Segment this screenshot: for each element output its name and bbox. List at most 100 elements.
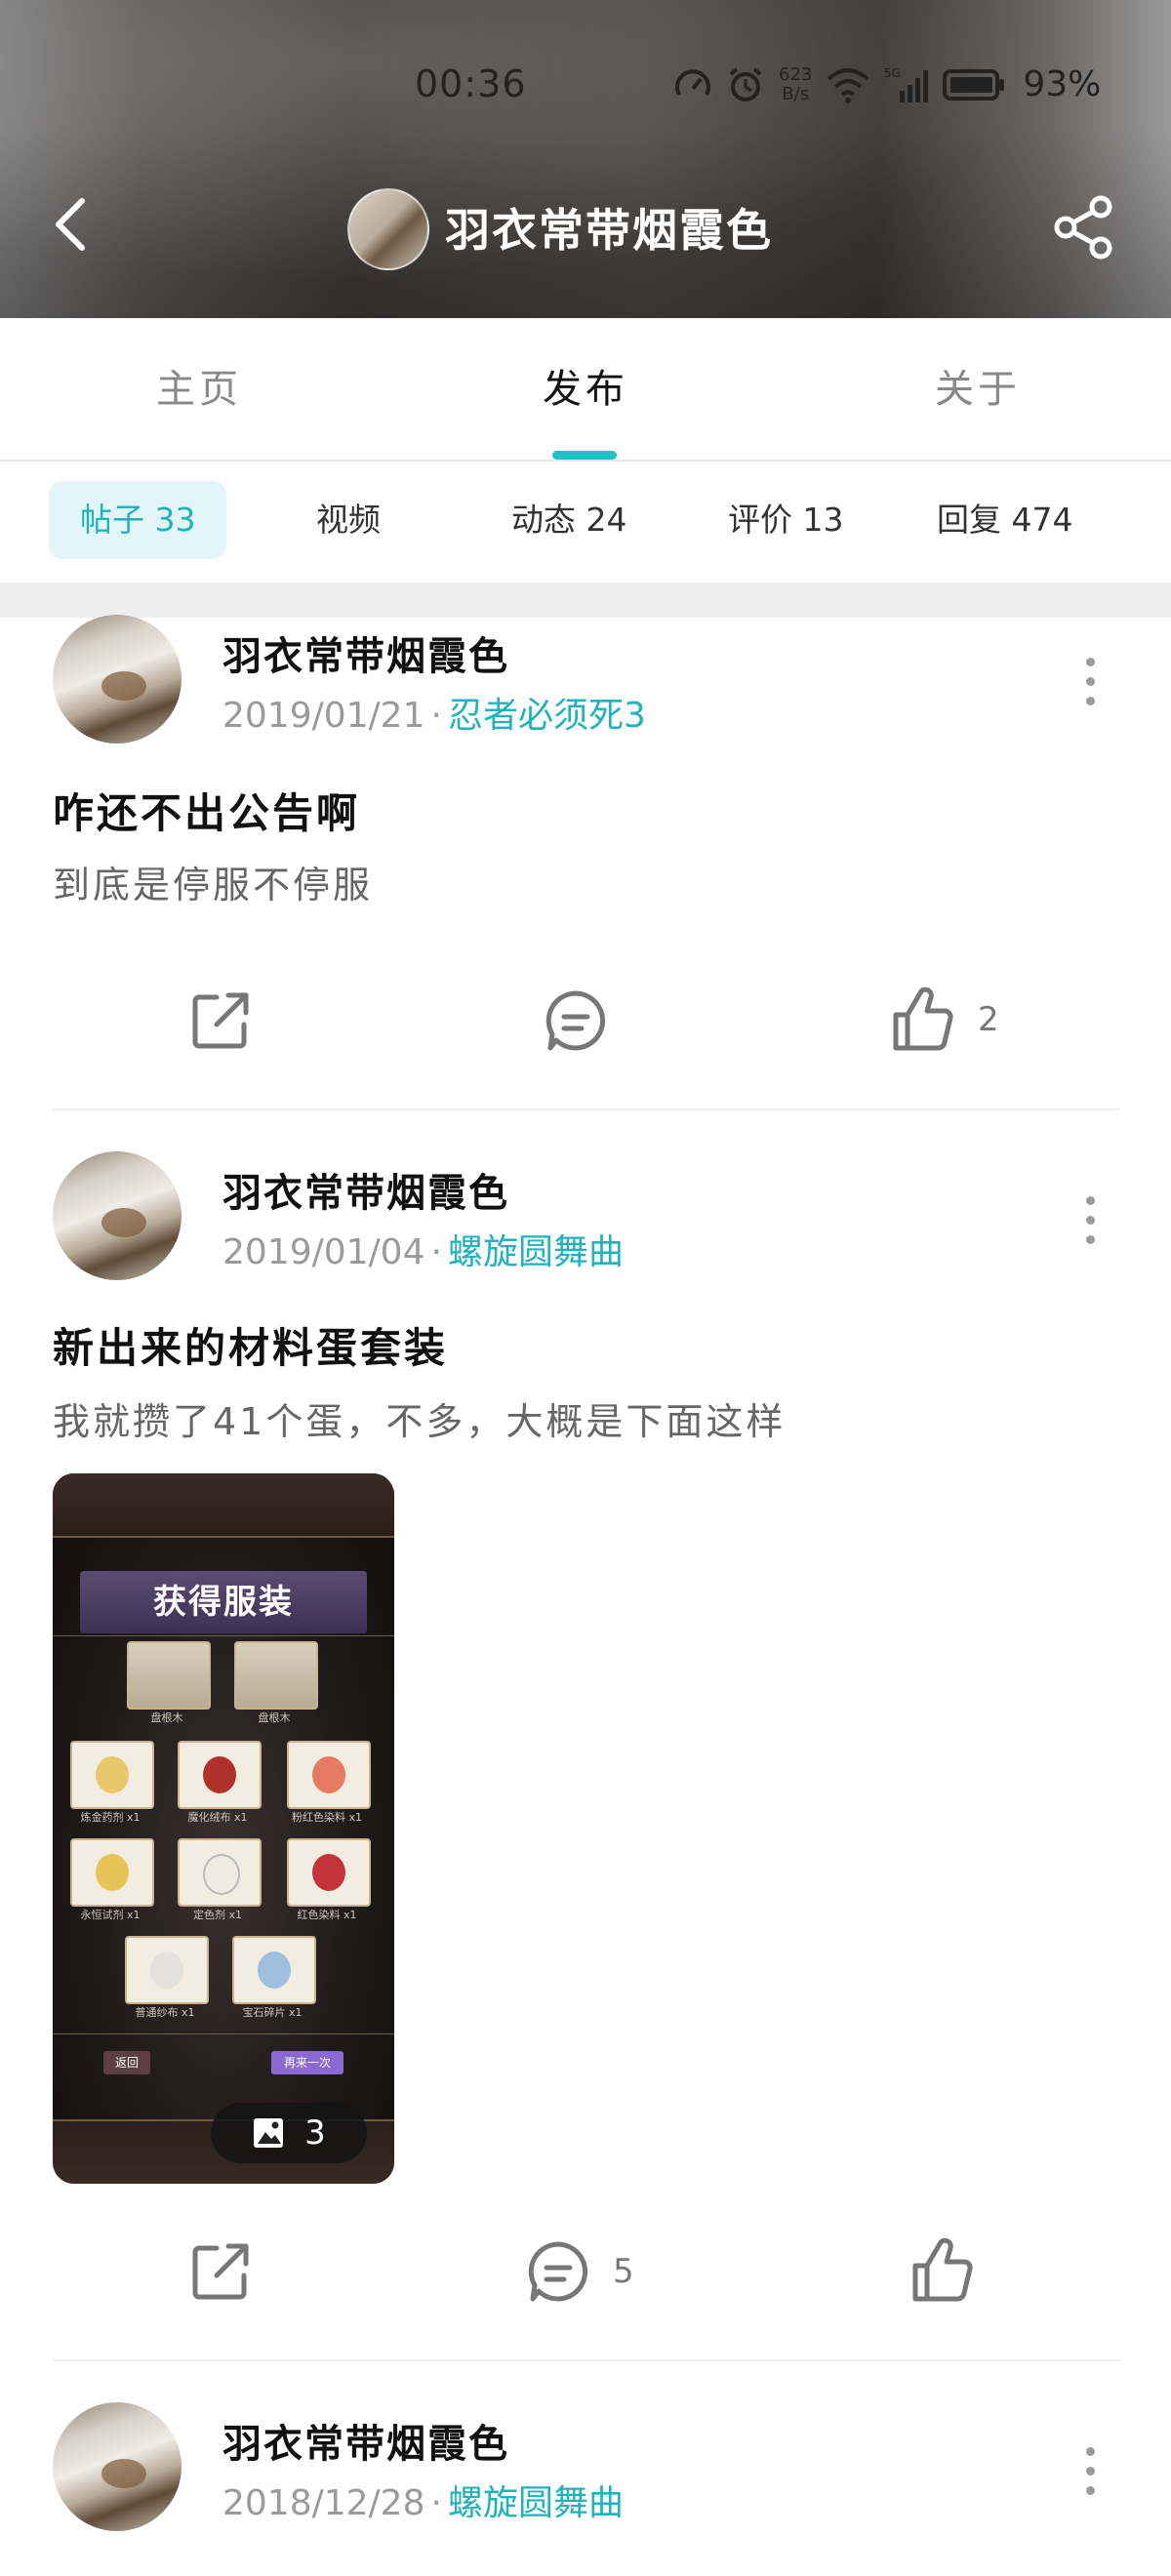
item-card [287, 1741, 371, 1809]
post-image[interactable]: 获得服装 盘根木 盘根木 炼金药剂 x1 魔化绒布 x1 粉红色染料 x1 永恒… [53, 1473, 394, 2184]
speedometer-icon [675, 68, 710, 96]
comment-count: 5 [613, 2252, 634, 2291]
alarm-icon [729, 66, 762, 101]
subtab-moments[interactable]: 动态 24 [511, 481, 626, 559]
post-topic[interactable]: 忍者必须死3 [448, 696, 646, 736]
item-card [70, 1838, 154, 1907]
comment-icon [528, 2241, 588, 2302]
profile-header: 00:36 623 B/s 5G 93% 羽衣常带烟霞色 [0, 0, 1171, 318]
item-label: 红色染料 x1 [297, 1909, 357, 1921]
post-title[interactable]: 新出来的材料蛋套装 [53, 1315, 448, 1375]
item-label: 定色剂 x1 [192, 1909, 242, 1921]
image-divider [53, 2033, 394, 2034]
author-avatar[interactable] [53, 1151, 182, 1280]
subtab-videos[interactable]: 视频 [316, 481, 381, 559]
item-label: 盘根木 [150, 1711, 183, 1724]
status-time: 00:36 [415, 62, 527, 105]
item-label: 粉红色染料 x1 [291, 1811, 362, 1824]
wifi-icon [828, 67, 869, 103]
main-tabs: 主页 发布 关于 [0, 318, 1171, 462]
item-card [232, 1936, 316, 2004]
image-again-button: 再来一次 [271, 2051, 343, 2074]
item-label: 普通纱布 x1 [135, 2006, 195, 2019]
post-title[interactable]: 咋还不出公告啊 [53, 781, 360, 840]
item-card [178, 1741, 262, 1809]
meta-separator: · [430, 1232, 442, 1272]
thumbs-up-icon [893, 986, 953, 1051]
post-topic[interactable]: 螺旋圆舞曲 [448, 2483, 624, 2523]
image-back-button: 返回 [103, 2051, 150, 2074]
author-avatar[interactable] [53, 615, 182, 744]
image-icon [254, 2118, 284, 2148]
item-card [178, 1838, 262, 1907]
thumbs-up-icon [912, 2237, 973, 2302]
content-subtabs: 帖子 33 视频 动态 24 评价 13 回复 474 [0, 462, 1171, 583]
tab-posts[interactable]: 发布 [543, 357, 628, 414]
post-topic[interactable]: 螺旋圆舞曲 [448, 1232, 624, 1272]
share-icon[interactable] [1052, 195, 1114, 260]
item-card [70, 1741, 154, 1809]
svg-text:5G: 5G [884, 66, 901, 80]
header-avatar[interactable] [347, 188, 429, 270]
like-button[interactable] [908, 2236, 976, 2305]
item-label: 魔化绒布 x1 [187, 1811, 248, 1824]
image-count: 3 [304, 2113, 326, 2153]
post-date: 2019/01/21 [222, 696, 425, 736]
post-meta: 2018/12/28 · 螺旋圆舞曲 [222, 2475, 624, 2525]
item-card [127, 1641, 211, 1710]
share-post-button[interactable] [187, 987, 254, 1054]
subtab-threads[interactable]: 帖子 33 [49, 481, 227, 559]
item-card [234, 1641, 318, 1710]
meta-separator: · [430, 2483, 442, 2523]
like-button[interactable]: 2 [888, 986, 999, 1054]
post-date: 2018/12/28 [222, 2483, 425, 2523]
more-options-icon[interactable] [1083, 2447, 1097, 2496]
like-count: 2 [978, 1000, 999, 1039]
image-frame-top [53, 1473, 394, 1538]
more-options-icon[interactable] [1083, 1196, 1097, 1245]
share-post-button[interactable] [187, 2238, 254, 2305]
comment-button[interactable] [543, 987, 609, 1054]
item-card [287, 1838, 371, 1907]
author-avatar[interactable] [53, 2402, 182, 2531]
battery-percentage: 93% [1023, 64, 1102, 104]
author-name[interactable]: 羽衣常带烟霞色 [222, 1161, 509, 1218]
tab-about[interactable]: 关于 [935, 357, 1021, 414]
image-divider [53, 1635, 394, 1636]
item-label: 宝石碎片 x1 [242, 2006, 303, 2019]
item-label: 炼金药剂 x1 [80, 1811, 141, 1824]
external-share-icon [192, 2243, 249, 2300]
section-separator [0, 583, 1171, 618]
active-tab-indicator [552, 451, 617, 460]
network-speed: 623 B/s [779, 63, 813, 104]
item-card [125, 1936, 209, 2004]
image-banner: 获得服装 [80, 1571, 367, 1633]
signal-5g-icon: 5G [884, 66, 929, 102]
post-meta: 2019/01/21 · 忍者必须死3 [222, 687, 646, 738]
item-label: 盘根木 [258, 1711, 291, 1724]
meta-separator: · [430, 696, 442, 736]
subtab-reviews[interactable]: 评价 13 [728, 481, 843, 559]
image-count-badge: 3 [211, 2103, 367, 2163]
item-label: 永恒试剂 x1 [80, 1909, 141, 1921]
battery-icon [943, 68, 1005, 101]
status-bar: 00:36 623 B/s 5G 93% [0, 57, 1171, 115]
net-speed-unit: B/s [782, 83, 810, 104]
more-options-icon[interactable] [1083, 658, 1097, 706]
post-divider [53, 1108, 1120, 1110]
profile-title: 羽衣常带烟霞色 [445, 204, 773, 257]
post-body[interactable]: 我就攒了41个蛋，不多，大概是下面这样 [53, 1391, 786, 1445]
author-name[interactable]: 羽衣常带烟霞色 [222, 2412, 509, 2469]
tab-home[interactable]: 主页 [156, 357, 242, 414]
comment-button[interactable]: 5 [525, 2238, 634, 2305]
subtab-replies[interactable]: 回复 474 [937, 481, 1072, 559]
net-speed-value: 623 [779, 63, 813, 85]
post-divider [53, 2359, 1120, 2361]
back-arrow-icon[interactable] [51, 195, 90, 254]
post-date: 2019/01/04 [222, 1232, 425, 1272]
post-body[interactable]: 到底是停服不停服 [53, 855, 373, 908]
comment-icon [545, 990, 606, 1051]
status-icons: 623 B/s 5G 93% [673, 64, 1101, 104]
author-name[interactable]: 羽衣常带烟霞色 [222, 624, 509, 681]
post-meta: 2019/01/04 · 螺旋圆舞曲 [222, 1224, 624, 1274]
